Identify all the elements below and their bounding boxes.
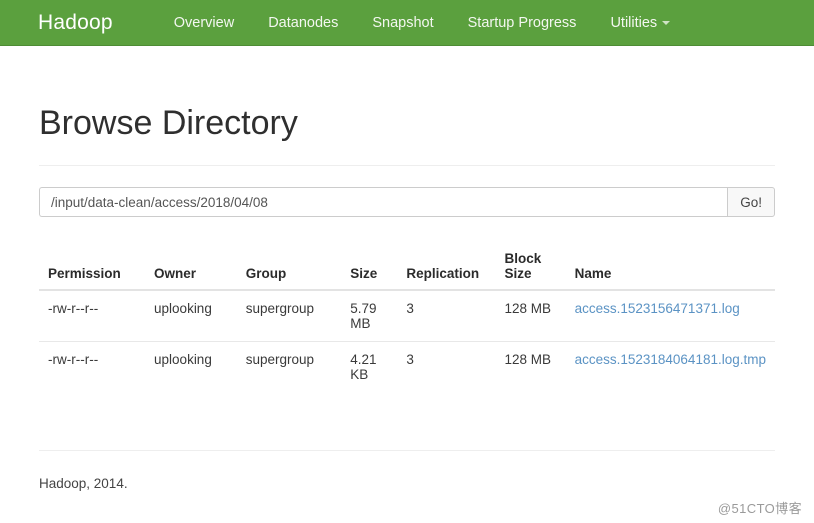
column-header-size[interactable]: Size: [341, 243, 397, 290]
cell-permission: -rw-r--r--: [39, 290, 145, 342]
cell-group: supergroup: [237, 290, 342, 342]
brand-hadoop[interactable]: Hadoop: [38, 0, 113, 46]
column-header-name[interactable]: Name: [566, 243, 775, 290]
column-header-replication[interactable]: Replication: [397, 243, 495, 290]
cell-owner: uplooking: [145, 342, 237, 393]
go-button[interactable]: Go!: [727, 187, 775, 217]
cell-replication: 3: [397, 290, 495, 342]
table-body: -rw-r--r-- uplooking supergroup 5.79 MB …: [39, 290, 775, 392]
column-header-block-size[interactable]: Block Size: [496, 243, 566, 290]
cell-name: access.1523184064181.log.tmp: [566, 342, 775, 393]
nav-item-overview-label: Overview: [174, 15, 234, 31]
file-link[interactable]: access.1523184064181.log.tmp: [575, 352, 766, 367]
nav-item-startup-progress[interactable]: Startup Progress: [451, 0, 594, 46]
table-row: -rw-r--r-- uplooking supergroup 4.21 KB …: [39, 342, 775, 393]
watermark: @51CTO博客: [718, 498, 802, 517]
cell-replication: 3: [397, 342, 495, 393]
nav-item-datanodes-label: Datanodes: [268, 15, 338, 31]
nav-item-utilities[interactable]: Utilities: [593, 0, 687, 46]
cell-owner: uplooking: [145, 290, 237, 342]
page-title: Browse Directory: [39, 46, 775, 143]
file-link[interactable]: access.1523156471371.log: [575, 301, 740, 316]
nav-links: Overview Datanodes Snapshot Startup Prog…: [157, 0, 687, 46]
cell-size: 5.79 MB: [341, 290, 397, 342]
main-container: Browse Directory Go! Permission Owner Gr…: [39, 46, 775, 392]
cell-group: supergroup: [237, 342, 342, 393]
chevron-down-icon: [662, 21, 670, 25]
column-header-permission[interactable]: Permission: [39, 243, 145, 290]
cell-block-size: 128 MB: [496, 290, 566, 342]
cell-permission: -rw-r--r--: [39, 342, 145, 393]
directory-listing-table: Permission Owner Group Size Replication …: [39, 243, 775, 392]
table-head: Permission Owner Group Size Replication …: [39, 243, 775, 290]
top-navbar: Hadoop Overview Datanodes Snapshot Start…: [0, 0, 814, 46]
column-header-group[interactable]: Group: [237, 243, 342, 290]
nav-item-datanodes[interactable]: Datanodes: [251, 0, 355, 46]
cell-block-size: 128 MB: [496, 342, 566, 393]
title-divider: [39, 165, 775, 166]
column-header-owner[interactable]: Owner: [145, 243, 237, 290]
nav-item-overview[interactable]: Overview: [157, 0, 251, 46]
cell-size: 4.21 KB: [341, 342, 397, 393]
table-header-row: Permission Owner Group Size Replication …: [39, 243, 775, 290]
nav-item-snapshot-label: Snapshot: [372, 15, 433, 31]
nav-item-startup-progress-label: Startup Progress: [468, 15, 577, 31]
table-row: -rw-r--r-- uplooking supergroup 5.79 MB …: [39, 290, 775, 342]
nav-item-utilities-label: Utilities: [610, 15, 657, 31]
path-input-group: Go!: [39, 187, 775, 217]
footer-text: Hadoop, 2014.: [39, 474, 129, 493]
path-input[interactable]: [39, 187, 727, 217]
nav-item-snapshot[interactable]: Snapshot: [355, 0, 450, 46]
footer-divider: [39, 450, 775, 451]
cell-name: access.1523156471371.log: [566, 290, 775, 342]
